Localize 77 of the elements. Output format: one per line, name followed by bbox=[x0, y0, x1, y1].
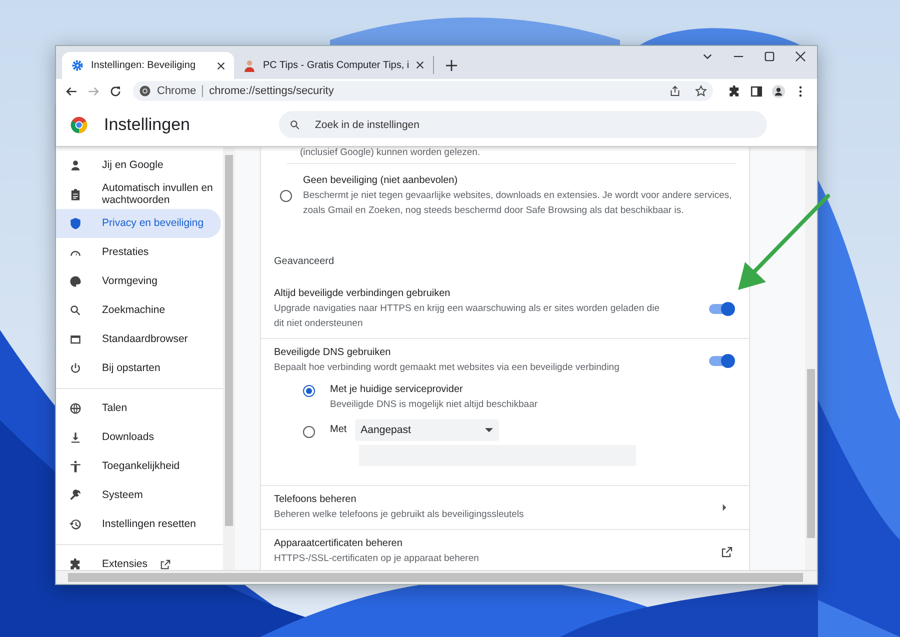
wrench-icon bbox=[69, 489, 82, 502]
site-label: Chrome bbox=[157, 85, 196, 97]
search-bar[interactable]: Zoek in de instellingen bbox=[279, 111, 767, 138]
option-label: Met bbox=[330, 423, 347, 437]
puzzle-icon[interactable] bbox=[728, 84, 741, 98]
provider-dropdown[interactable]: Aangepast bbox=[354, 419, 499, 441]
profile-icon[interactable] bbox=[772, 84, 785, 98]
back-arrow-icon[interactable] bbox=[65, 84, 78, 98]
setting-title: Apparaatcertificaten beheren bbox=[274, 537, 404, 551]
radio-button[interactable] bbox=[303, 426, 315, 438]
person-icon bbox=[69, 159, 82, 172]
new-tab-icon[interactable] bbox=[446, 60, 458, 71]
url-text: chrome://settings/security bbox=[209, 85, 334, 97]
sidebar-item[interactable]: Instellingen resetten bbox=[56, 510, 221, 539]
browser-tab[interactable]: PC Tips - Gratis Computer Tips, i bbox=[234, 56, 434, 74]
toggle-switch[interactable] bbox=[709, 356, 733, 366]
clipboard-icon bbox=[69, 188, 82, 201]
chevron-down-icon[interactable] bbox=[702, 51, 713, 62]
search-icon bbox=[69, 304, 82, 317]
toggle-switch[interactable] bbox=[709, 304, 733, 314]
download-icon bbox=[69, 431, 82, 444]
setting-description: Bepaalt hoe verbinding wordt gemaakt met websites via een beveiligde verbinding bbox=[274, 361, 620, 375]
setting-title: Altijd beveiligde verbindingen gebruiken bbox=[274, 287, 452, 301]
gear-icon bbox=[71, 59, 84, 72]
setting-description: Beheren welke telefoons je gebruikt als beveiligingssleutels bbox=[274, 508, 525, 522]
setting-title: Telefoons beheren bbox=[274, 493, 358, 507]
globe-icon bbox=[69, 402, 82, 415]
setting-description: HTTPS-/SSL-certificaten op je apparaat beheren bbox=[274, 552, 480, 566]
radio-button[interactable] bbox=[303, 385, 315, 397]
sidebar-item[interactable]: Privacy en beveiliging bbox=[56, 209, 221, 238]
scrollbar[interactable] bbox=[56, 570, 817, 584]
scrollbar[interactable] bbox=[223, 147, 235, 570]
section-heading: Geavanceerd bbox=[273, 255, 336, 269]
sidebar-item[interactable]: Jij en Google bbox=[56, 151, 221, 180]
setting-title: Beveiligde DNS gebruiken bbox=[274, 346, 392, 360]
power-icon bbox=[69, 362, 82, 375]
sidebar-item[interactable]: Toegankelijkheid bbox=[56, 452, 221, 481]
caret-icon[interactable] bbox=[722, 504, 727, 511]
option-description: Beschermt je niet tegen gevaarlijke websites, downloads en extensies. Je wordt voor andere services, zoals Gmail en Zoeken, nog steeds beschermd door Safe Browsing als dat beschikbaar is. bbox=[303, 189, 733, 218]
external-link-icon[interactable] bbox=[721, 546, 733, 558]
close-icon[interactable] bbox=[795, 51, 806, 62]
sidebar-item[interactable]: Downloads bbox=[56, 423, 221, 452]
puzzle-icon bbox=[69, 558, 82, 570]
address-bar[interactable]: Chrome chrome://settings/security bbox=[133, 81, 713, 101]
reload-icon[interactable] bbox=[109, 84, 122, 98]
sidebar-item[interactable]: Standaardbrowser bbox=[56, 325, 221, 354]
option-title: Met je huidige serviceprovider bbox=[330, 383, 464, 397]
shield-icon bbox=[69, 217, 82, 230]
sidebar-item[interactable]: Prestaties bbox=[56, 238, 221, 267]
side-panel-icon[interactable] bbox=[750, 84, 763, 98]
close-icon[interactable] bbox=[416, 61, 424, 69]
scrollbar[interactable] bbox=[805, 147, 817, 570]
sidebar-item[interactable]: Zoekmachine bbox=[56, 296, 221, 325]
option-description: Beveiligde DNS is mogelijk niet altijd beschikbaar bbox=[330, 398, 539, 412]
setting-description: Upgrade navigaties naar HTTPS en krijg een waarschuwing als er sites worden geladen die dit niet ondersteunen bbox=[274, 302, 660, 331]
history-icon bbox=[69, 518, 82, 531]
radio-button[interactable] bbox=[280, 190, 292, 202]
person-icon bbox=[243, 58, 256, 72]
search-field[interactable]: Zoek in de instellingen bbox=[313, 118, 757, 132]
star-icon[interactable] bbox=[695, 85, 707, 97]
sidebar-item[interactable]: Bij opstarten bbox=[56, 354, 221, 383]
option-title: Geen beveiliging (niet aanbevolen) bbox=[303, 174, 459, 188]
accessibility-icon bbox=[69, 460, 82, 473]
description-text: (inclusief Google) kunnen worden gelezen. bbox=[287, 147, 736, 164]
browser-tab[interactable]: Instellingen: Beveiliging bbox=[62, 52, 234, 79]
page-title: Instellingen bbox=[104, 114, 192, 134]
search-icon bbox=[289, 118, 301, 130]
caret-icon bbox=[484, 428, 493, 432]
sidebar-item[interactable]: Vormgeving bbox=[56, 267, 221, 296]
sidebar-item[interactable]: Extensies bbox=[56, 550, 221, 570]
maximize-icon[interactable] bbox=[764, 51, 775, 62]
browser-icon bbox=[69, 333, 82, 346]
sidebar-item[interactable]: Talen bbox=[56, 394, 221, 423]
share-icon[interactable] bbox=[669, 85, 681, 97]
sidebar-item[interactable]: Automatisch invullen en wachtwoorden bbox=[56, 180, 221, 209]
close-icon[interactable] bbox=[217, 62, 225, 70]
sidebar-item[interactable]: Systeem bbox=[56, 481, 221, 510]
